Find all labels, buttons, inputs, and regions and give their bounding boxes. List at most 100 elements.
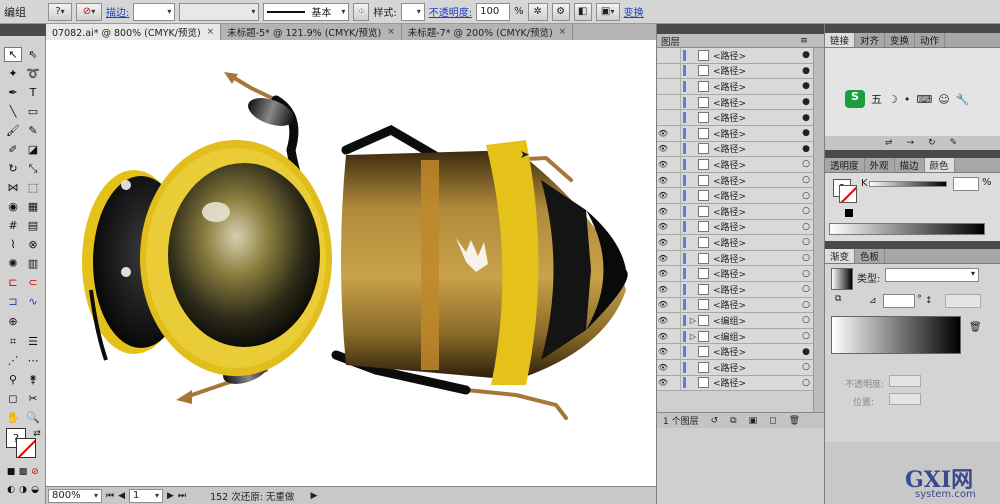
lock-toggle[interactable] [669,375,681,391]
color-stroke-swatch[interactable] [839,185,857,203]
tab-document-2[interactable]: 未标题-5* @ 121.9% (CMYK/预览) × [221,24,402,40]
k-slider[interactable] [869,181,947,187]
layer-row[interactable]: 👁 <路径> ● [657,344,813,360]
rotate-tool-icon[interactable]: ↻ [4,161,22,176]
transform-link[interactable]: 变换 [624,4,644,19]
lock-toggle[interactable] [669,328,681,344]
layer-name[interactable]: <路径> [713,49,799,62]
lock-toggle[interactable] [669,79,681,94]
visibility-eye-icon[interactable]: 👁 [657,300,669,309]
tab-document-3[interactable]: 未标题-7* @ 200% (CMYK/预览) × [402,24,574,40]
target-circle-icon[interactable]: ● [799,66,813,76]
tab-swatches[interactable]: 色板 [855,249,886,263]
zoom-tool-icon[interactable]: ∿ [24,294,42,309]
free-transform-tool-icon[interactable]: ⬚ [24,180,42,195]
layer-name[interactable]: <路径> [713,345,799,358]
layer-name[interactable]: <路径> [713,80,799,93]
align-button[interactable]: ▣ ▾ [595,2,620,21]
dot-icon[interactable]: • [904,93,911,106]
lock-toggle[interactable] [669,48,681,63]
layer-row[interactable]: 👁 <路径> ○ [657,157,813,173]
update-link-icon[interactable]: ↻ [928,138,936,148]
lock-toggle[interactable] [669,344,681,359]
zoom-field[interactable]: 800% ▾ [48,488,102,503]
graphic-style-button[interactable]: ▾ [400,2,425,21]
expand-triangle-icon[interactable]: ▷ [688,332,698,341]
layer-row[interactable]: <路径> ● [657,48,813,64]
wrench-icon[interactable]: 🔧 [956,93,970,106]
layer-name[interactable]: <编组> [713,330,799,343]
tab-gradient[interactable]: 渐变 [825,249,856,263]
target-circle-icon[interactable]: ○ [799,331,813,341]
tab-actions[interactable]: 动作 [915,33,946,47]
knife-tool-icon[interactable]: ✂ [24,391,42,406]
live-paint-tool-icon[interactable]: ⚲ [4,372,22,387]
target-circle-icon[interactable]: ● [799,128,813,138]
lock-toggle[interactable] [669,94,681,110]
go-to-link-icon[interactable]: → [907,138,915,148]
tab-align[interactable]: 对齐 [855,33,886,47]
gradient-tool-icon[interactable]: ▤ [24,218,42,233]
visibility-eye-icon[interactable]: 👁 [657,191,669,200]
delete-stop-icon[interactable]: 🗑 [969,322,982,333]
target-circle-icon[interactable]: ○ [799,253,813,263]
layer-name[interactable]: <路径> [713,267,799,280]
page-field[interactable]: 1 ▾ [129,488,164,503]
layer-row[interactable]: 👁 <路径> ○ [657,204,813,220]
target-circle-icon[interactable]: ○ [799,159,813,169]
variable-width-field[interactable]: ▾ [179,2,260,21]
slice-tool-icon[interactable]: ⊂ [24,275,42,290]
crop-tool-icon[interactable]: ◻ [4,391,22,406]
make-clipping-mask-icon[interactable]: ⧉ [730,416,736,426]
lock-toggle[interactable] [669,360,681,375]
target-circle-icon[interactable]: ○ [799,175,813,185]
target-circle-icon[interactable]: ○ [799,362,813,372]
eyedropper-tool-icon[interactable]: ⌇ [4,237,22,252]
tab-transform[interactable]: 变换 [885,33,916,47]
layer-row[interactable]: 👁 <路径> ● [657,126,813,142]
target-circle-icon[interactable]: ○ [799,222,813,232]
lock-toggle[interactable] [669,204,681,219]
layer-name[interactable]: <路径> [713,376,799,389]
target-circle-icon[interactable]: ● [799,50,813,60]
layer-name[interactable]: <路径> [713,220,799,233]
visibility-eye-icon[interactable]: 👁 [657,238,669,247]
pucker-tool-icon[interactable]: ⋰ [4,353,22,368]
k-value-field[interactable] [953,177,979,191]
symbol-sprayer-tool-icon[interactable]: ✺ [4,256,22,271]
layer-row[interactable]: 👁 <路径> ○ [657,375,813,392]
angle-field[interactable] [883,294,915,308]
visibility-eye-icon[interactable]: 👁 [657,378,669,387]
layer-name[interactable]: <路径> [713,189,799,202]
visibility-eye-icon[interactable]: 👁 [657,129,669,138]
artboard-tool-icon[interactable]: ⊏ [4,275,22,290]
close-icon[interactable]: × [559,27,567,37]
stop-position-field[interactable] [889,393,921,405]
lock-toggle[interactable] [669,110,681,125]
visibility-eye-icon[interactable]: 👁 [657,160,669,169]
layer-name[interactable]: <路径> [713,158,799,171]
layer-name[interactable]: <路径> [713,283,799,296]
lock-toggle[interactable] [669,63,681,79]
first-page-icon[interactable]: ⏮ [106,491,114,501]
selection-tool-icon[interactable]: ↖ [4,47,22,62]
document-setup-button[interactable]: ⚙ [551,2,570,21]
line-tool-icon[interactable]: ╲ [4,104,22,119]
lock-toggle[interactable] [669,126,681,141]
gradient-slider[interactable] [831,316,961,354]
gradient-type-select[interactable]: ▾ [885,268,979,282]
none-mode-icon[interactable]: ⊘ [26,464,44,479]
delete-layer-icon[interactable]: 🗑 [789,416,800,426]
layer-row[interactable]: 👁 <路径> ○ [657,219,813,236]
color-spectrum-bar[interactable] [829,223,985,235]
target-circle-icon[interactable]: ○ [799,300,813,310]
target-circle-icon[interactable]: ○ [799,237,813,247]
artboard-canvas[interactable]: ➤ [46,40,656,486]
blend-tool-icon[interactable]: ⊗ [24,237,42,252]
layer-row[interactable]: 👁 <路径> ○ [657,266,813,282]
tab-stroke[interactable]: 描边 [895,158,925,172]
tab-links[interactable]: 链接 [825,33,856,47]
aspect-ratio-field[interactable] [945,294,981,308]
tab-appearance[interactable]: 外观 [865,158,895,172]
target-circle-icon[interactable]: ● [799,113,813,123]
